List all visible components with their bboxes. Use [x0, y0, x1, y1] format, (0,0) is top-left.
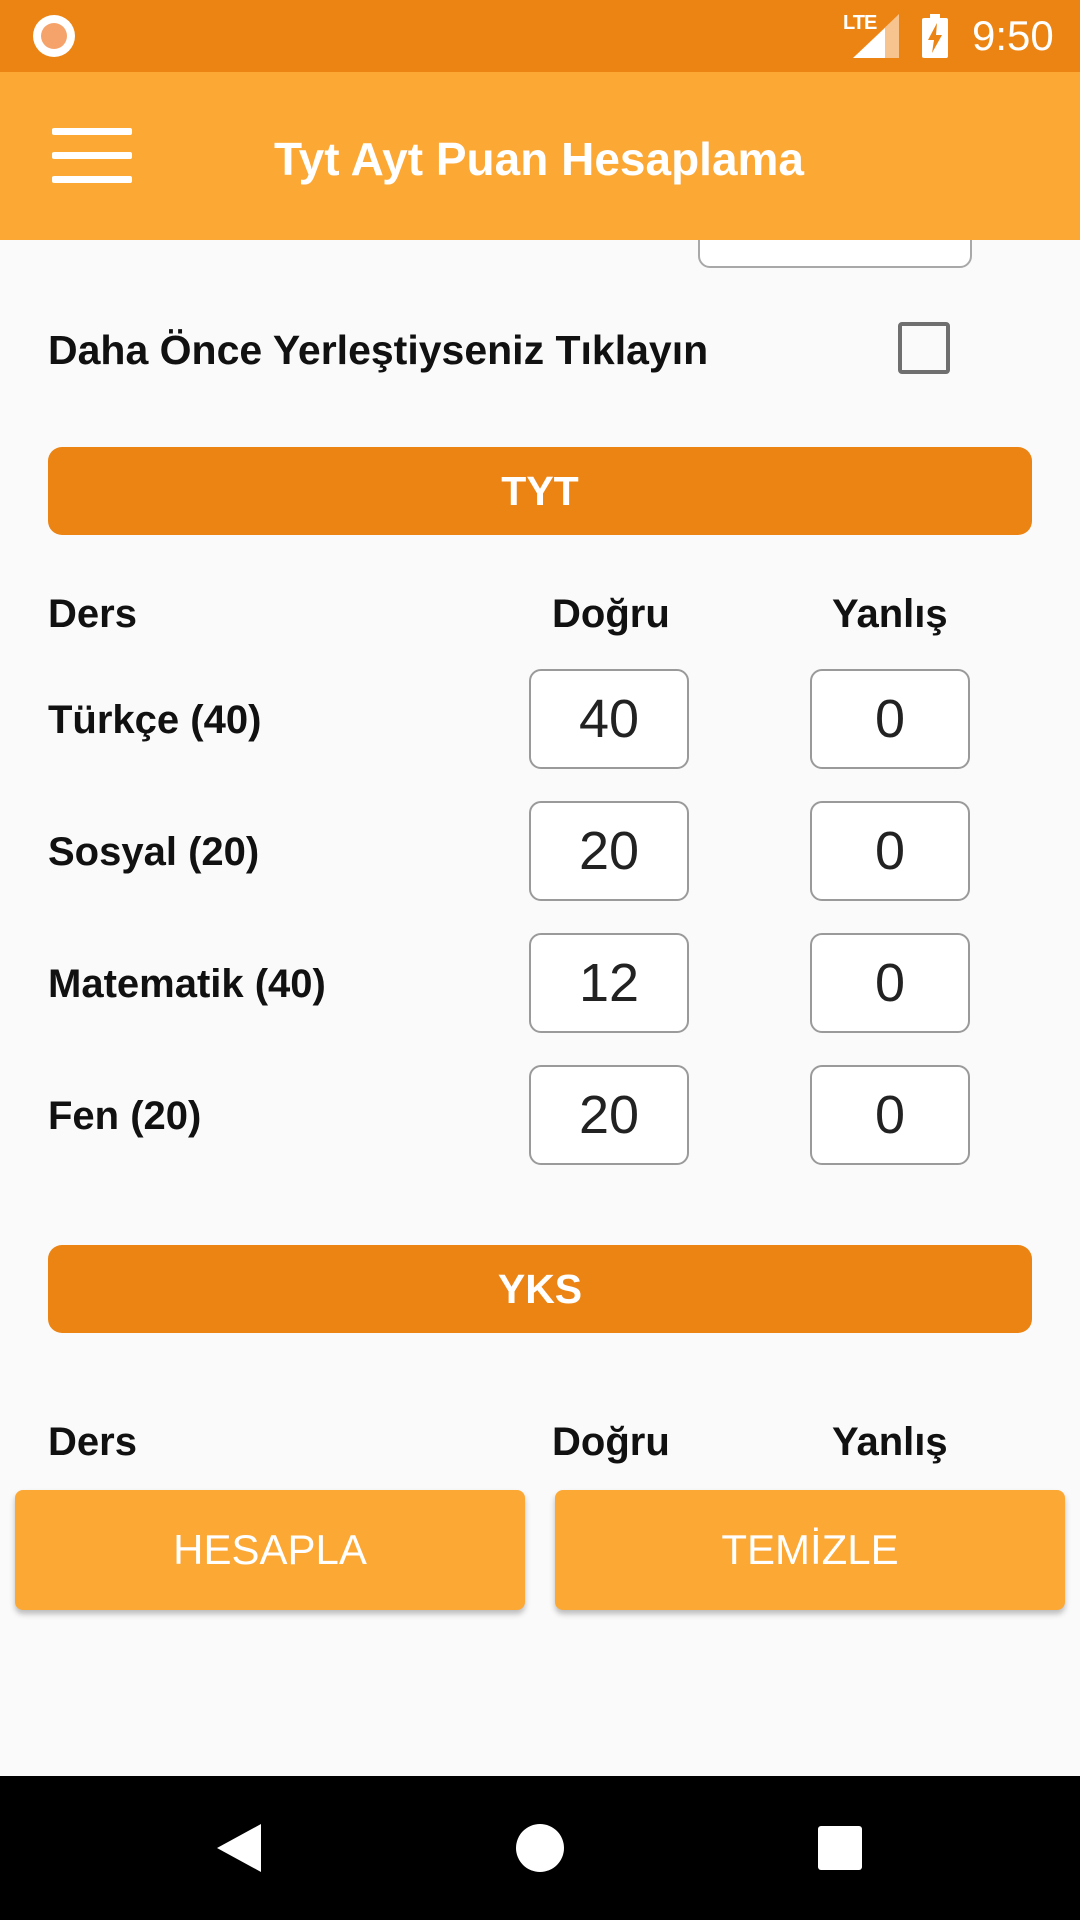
subject-label-sosyal: Sosyal (20): [48, 830, 260, 874]
yks-section-header[interactable]: YKS: [48, 1245, 1032, 1333]
correct-input-matematik[interactable]: [529, 933, 689, 1033]
menu-line: [52, 152, 132, 159]
correct-input-turkce[interactable]: [529, 669, 689, 769]
lte-signal-icon: [853, 14, 899, 58]
clock: 9:50: [972, 12, 1054, 59]
yks-column-subject: Ders: [48, 1420, 137, 1464]
app-title: Tyt Ayt Puan Hesaplama: [274, 133, 805, 185]
tyt-column-wrong: Yanlış: [832, 592, 948, 636]
status-bar: LTE 9:50: [0, 0, 1080, 72]
subject-label-matematik: Matematik (40): [48, 962, 326, 1006]
back-icon[interactable]: [205, 1812, 277, 1884]
app-bar: Tyt Ayt Puan Hesaplama: [0, 72, 1080, 240]
yks-column-correct: Doğru: [552, 1420, 670, 1464]
tyt-column-correct: Doğru: [552, 592, 670, 636]
subject-label-turkce: Türkçe (40): [48, 698, 262, 742]
hamburger-menu-icon[interactable]: [52, 128, 134, 184]
calculate-button[interactable]: HESAPLA: [15, 1490, 525, 1610]
menu-line: [52, 176, 132, 183]
tyt-section-header[interactable]: TYT: [48, 447, 1032, 535]
menu-line: [52, 128, 132, 135]
correct-input-fen[interactable]: [529, 1065, 689, 1165]
wrong-input-turkce[interactable]: [810, 669, 970, 769]
home-icon[interactable]: [504, 1812, 576, 1884]
wrong-input-matematik[interactable]: [810, 933, 970, 1033]
clear-button[interactable]: TEMİZLE: [555, 1490, 1065, 1610]
navigation-bar: [0, 1776, 1080, 1920]
correct-input-sosyal[interactable]: [529, 801, 689, 901]
subject-label-fen: Fen (20): [48, 1094, 202, 1138]
placement-checkbox[interactable]: [898, 322, 950, 374]
battery-charging-icon: [922, 14, 948, 58]
wrong-input-fen[interactable]: [810, 1065, 970, 1165]
action-bar: HESAPLA TEMİZLE: [0, 1490, 1080, 1616]
tyt-column-subject: Ders: [48, 592, 137, 636]
partial-input-field[interactable]: [698, 240, 972, 268]
wrong-input-sosyal[interactable]: [810, 801, 970, 901]
recents-icon[interactable]: [804, 1812, 876, 1884]
placement-label: Daha Önce Yerleştiyseniz Tıklayın: [48, 327, 709, 373]
record-indicator-icon: [33, 15, 75, 57]
yks-column-wrong: Yanlış: [832, 1420, 948, 1464]
